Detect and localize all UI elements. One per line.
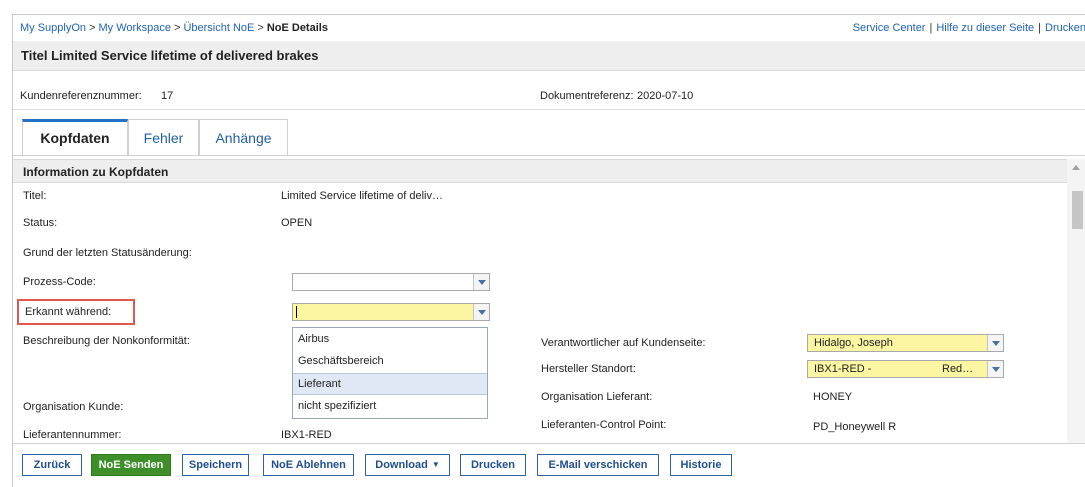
dropdown-option-nicht-spezifiziert[interactable]: nicht spezifiziert	[293, 396, 487, 418]
vertical-scrollbar[interactable]	[1067, 159, 1085, 457]
download-label: Download	[375, 459, 428, 471]
print-link[interactable]: Drucken	[1045, 22, 1085, 34]
control-point-label: Lieferanten-Control Point:	[541, 419, 667, 431]
section-title: Information zu Kopfdaten	[23, 165, 169, 179]
tab-anhaenge[interactable]: Anhänge	[199, 119, 288, 156]
divider	[13, 109, 1085, 110]
save-button[interactable]: Speichern	[182, 454, 249, 476]
button-bar: Zurück NoE Senden Speichern NoE Ablehnen…	[13, 443, 1085, 487]
reject-noe-button[interactable]: NoE Ablehnen	[263, 454, 354, 476]
erkannt-label: Erkannt während:	[25, 306, 112, 318]
breadcrumb-separator: >	[89, 22, 96, 34]
customer-ref-label: Kundenreferenznummer:	[20, 90, 142, 102]
dropdown-option-geschaeftsbereich[interactable]: Geschäftsbereich	[293, 351, 487, 373]
breadcrumb-current: NoE Details	[266, 22, 328, 34]
scroll-up-arrow-icon[interactable]	[1072, 165, 1080, 170]
link-separator: |	[929, 22, 933, 34]
breadcrumb: My SupplyOn > My Workspace > Übersicht NoE > N…	[20, 22, 328, 34]
chevron-down-icon[interactable]	[473, 274, 489, 290]
beschreibung-label: Beschreibung der Nonkonformität:	[23, 335, 190, 347]
lieferantennummer-label: Lieferantennummer:	[23, 429, 122, 441]
page-title: Titel Limited Service lifetime of delive…	[21, 48, 319, 63]
help-link[interactable]: Hilfe zu dieser Seite	[936, 22, 1034, 34]
doc-ref-label: Dokumentreferenz:	[540, 90, 634, 102]
org-kunde-label: Organisation Kunde:	[23, 401, 124, 413]
caret-down-icon: ▼	[431, 460, 440, 469]
chevron-down-icon[interactable]	[987, 335, 1003, 351]
erkannt-dropdown-list: Airbus Geschäftsbereich Lieferant nicht …	[292, 327, 488, 419]
tab-fehler[interactable]: Fehler	[128, 119, 199, 156]
chevron-down-icon[interactable]	[473, 304, 489, 320]
breadcrumb-separator: >	[174, 22, 181, 34]
link-separator: |	[1038, 22, 1042, 34]
breadcrumb-my-supplyon[interactable]: My SupplyOn	[20, 22, 86, 34]
history-button[interactable]: Historie	[670, 454, 732, 476]
hersteller-select[interactable]: IBX1-RED - Red…	[807, 360, 1004, 378]
tab-underline	[13, 155, 1085, 156]
section-header: Information zu Kopfdaten	[13, 159, 1067, 183]
org-lieferant-value: HONEY	[813, 391, 853, 403]
tab-kopfdaten[interactable]: Kopfdaten	[22, 119, 128, 156]
verantwortlicher-select[interactable]: Hidalgo, Joseph	[807, 334, 1004, 352]
hersteller-label: Hersteller Standort:	[541, 363, 636, 375]
send-noe-button[interactable]: NoE Senden	[91, 454, 171, 476]
doc-ref-value: 2020-07-10	[637, 90, 694, 102]
dropdown-option-lieferant[interactable]: Lieferant	[293, 373, 487, 395]
verantwortlicher-label: Verantwortlicher auf Kundenseite:	[541, 337, 706, 349]
hersteller-value-suffix: Red…	[942, 363, 974, 375]
status-label: Status:	[23, 217, 58, 229]
hersteller-value: IBX1-RED -	[814, 363, 872, 375]
send-email-button[interactable]: E-Mail verschicken	[537, 454, 659, 476]
title-bar: Titel Limited Service lifetime of delive…	[13, 41, 1085, 71]
dropdown-option-airbus[interactable]: Airbus	[293, 329, 487, 351]
status-value: OPEN	[281, 217, 313, 229]
download-button[interactable]: Download ▼	[365, 454, 450, 476]
prozess-code-select[interactable]	[292, 273, 490, 291]
verantwortlicher-value: Hidalgo, Joseph	[814, 337, 893, 349]
prozess-code-label: Prozess-Code:	[23, 276, 96, 288]
top-bar: My SupplyOn > My Workspace > Übersicht NoE > N…	[13, 15, 1085, 41]
grund-label: Grund der letzten Statusänderung:	[23, 247, 192, 259]
scroll-thumb[interactable]	[1072, 191, 1083, 229]
lieferantennummer-value: IBX1-RED	[281, 429, 332, 441]
titel-value: Limited Service lifetime of deliv…	[281, 190, 444, 202]
org-lieferant-label: Organisation Lieferant:	[541, 391, 653, 403]
customer-ref-value: 17	[161, 90, 174, 102]
service-center-link[interactable]: Service Center	[853, 22, 926, 34]
print-button[interactable]: Drucken	[460, 454, 526, 476]
text-cursor	[296, 306, 297, 318]
app-frame: My SupplyOn > My Workspace > Übersicht NoE > N…	[12, 14, 1085, 487]
breadcrumb-my-workspace[interactable]: My Workspace	[98, 22, 171, 34]
chevron-down-icon[interactable]	[987, 361, 1003, 377]
back-button[interactable]: Zurück	[22, 454, 82, 476]
control-point-value: PD_Honeywell R	[813, 421, 897, 433]
breadcrumb-uebersicht-noe[interactable]: Übersicht NoE	[183, 22, 254, 34]
breadcrumb-separator: >	[257, 22, 264, 34]
titel-label: Titel:	[23, 190, 47, 202]
reference-row: Kundenreferenznummer: 17 Dokumentreferen…	[13, 87, 1085, 107]
erkannt-select[interactable]	[292, 303, 490, 321]
top-links: Service Center | Hilfe zu dieser Seite | Dru…	[853, 22, 1085, 34]
